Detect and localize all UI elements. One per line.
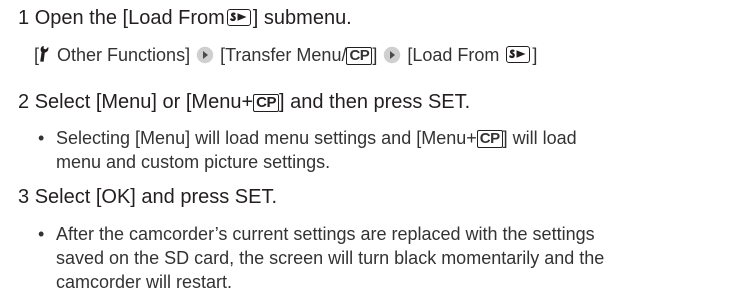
- step-number: 2: [18, 91, 30, 113]
- bullet-text: After the camcorder’s current settings a…: [56, 224, 595, 244]
- path-bracket: ]: [532, 45, 538, 65]
- step-title-text-end: ] submenu.: [252, 7, 352, 29]
- step-2-bullet: • Selecting [Menu] will load menu settin…: [38, 126, 750, 174]
- step-title-text-end: ] and then press SET.: [278, 91, 471, 113]
- step-3-bullet: • After the camcorder’s current settings…: [38, 222, 750, 294]
- arrow-right-icon: [196, 46, 214, 64]
- path-load-from: [Load From: [407, 45, 500, 65]
- sd-card-icon: [506, 46, 531, 63]
- custom-picture-icon: CP: [253, 94, 279, 112]
- sd-card-icon: [226, 9, 251, 26]
- step-2-title: 2 Select [Menu] or [Menu+ CP] and then pr…: [18, 90, 470, 114]
- bullet-dot: •: [38, 224, 45, 244]
- menu-path: [Other Functions] [Transfer Menu/CP] [Load…: [34, 44, 537, 66]
- step-1-title: 1 Open the [Load From ] submenu.: [18, 6, 352, 30]
- bullet-text: ] will load: [502, 128, 577, 148]
- wrench-icon: [40, 46, 49, 62]
- path-other-functions: Other Functions]: [57, 45, 191, 65]
- bullet-dot: •: [38, 128, 45, 148]
- arrow-right-icon: [384, 46, 401, 64]
- step-title-text: Select [Menu] or [Menu+: [34, 91, 254, 113]
- bullet-text: saved on the SD card, the screen will tu…: [56, 248, 605, 268]
- path-transfer-menu: [Transfer Menu/: [220, 45, 347, 65]
- step-number: 3: [18, 186, 30, 208]
- bullet-text: menu and custom picture settings.: [56, 152, 331, 172]
- custom-picture-icon: CP: [476, 130, 503, 148]
- step-3-title: 3 Select [OK] and press SET.: [18, 185, 277, 209]
- bullet-text: camcorder will restart.: [56, 272, 233, 292]
- bullet-text: Selecting [Menu] will load menu settings…: [56, 128, 477, 148]
- path-bracket: ]: [372, 45, 378, 65]
- step-title-text: Open the [Load From: [34, 7, 225, 29]
- custom-picture-icon: CP: [346, 47, 373, 65]
- step-title-text: Select [OK] and press SET.: [34, 186, 278, 208]
- step-number: 1: [18, 7, 30, 29]
